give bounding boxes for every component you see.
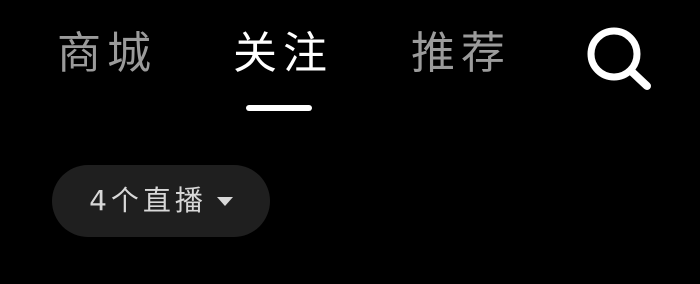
- tab-recommend[interactable]: 推荐: [406, 24, 516, 84]
- search-button[interactable]: [584, 26, 654, 92]
- tab-follow[interactable]: 关注: [228, 24, 338, 84]
- live-count-dropdown[interactable]: 4个直播: [52, 165, 270, 237]
- active-tab-indicator: [246, 105, 312, 111]
- top-nav: 商城 关注 推荐: [0, 0, 700, 120]
- caret-down-icon: [216, 196, 233, 206]
- tab-mall[interactable]: 商城: [52, 24, 162, 84]
- live-count-label: 4个直播: [89, 184, 207, 217]
- search-icon: [587, 27, 651, 90]
